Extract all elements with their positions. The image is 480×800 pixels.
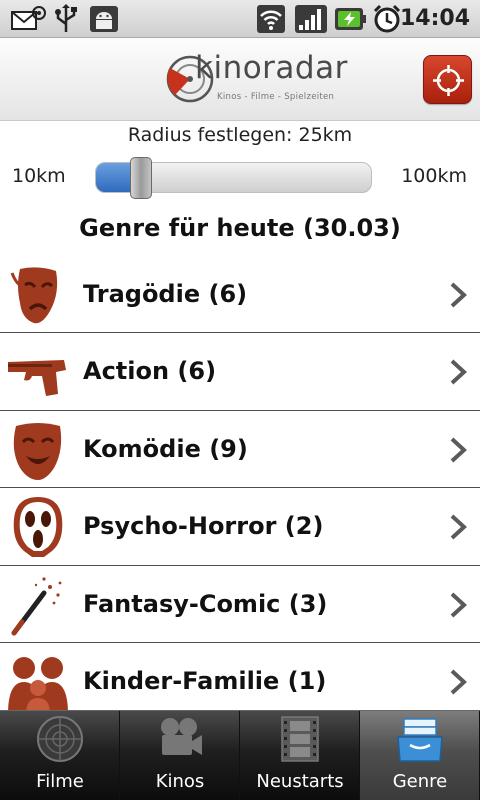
tab-label: Genre [392, 771, 448, 792]
tab-neustarts[interactable]: Neustarts [240, 711, 360, 800]
chevron-right-icon [450, 592, 467, 618]
logo-subtitle: Kinos - Filme - Spielzeiten [217, 92, 335, 102]
radar-icon [37, 716, 83, 762]
list-item[interactable]: Action (6) [0, 333, 480, 411]
alarm-icon [373, 4, 401, 33]
email-icon [11, 6, 46, 30]
wifi-icon [257, 5, 285, 33]
tab-label: Filme [36, 771, 84, 792]
genre-label: Kinder-Familie (1) [83, 666, 327, 695]
battery-charging-icon [335, 8, 366, 30]
genre-label: Tragödie (6) [83, 280, 248, 308]
radius-title: Radius festlegen: 25km [127, 124, 353, 146]
chevron-right-icon [450, 437, 467, 463]
chevron-right-icon [450, 669, 467, 695]
tab-filme[interactable]: Filme [0, 711, 120, 800]
genre-label: Psycho-Horror (2) [83, 512, 324, 541]
tab-label: Neustarts [256, 771, 344, 792]
genre-heading: Genre für heute (30.03) [79, 214, 401, 242]
chevron-right-icon [450, 359, 467, 385]
genre-label: Komödie (9) [83, 434, 248, 463]
file-tray-icon [397, 718, 443, 762]
status-time: 14:04 [399, 6, 470, 31]
status-bar: 14:04 [0, 0, 480, 38]
list-item[interactable]: Kinder-Familie (1) [0, 642, 480, 721]
signal-icon [295, 5, 327, 33]
locate-button[interactable] [423, 55, 472, 104]
tab-genre[interactable]: Genre [360, 711, 480, 800]
family-icon [8, 656, 68, 714]
genre-list: Tragödie (6) Action (6) Komödie (9) Psyc… [0, 256, 480, 721]
usb-icon [55, 4, 77, 32]
list-item[interactable]: Psycho-Horror (2) [0, 488, 480, 566]
kinoradar-logo: kinoradar Kinos - Filme - Spielzeiten [165, 50, 347, 108]
app-header: kinoradar Kinos - Filme - Spielzeiten [0, 38, 480, 121]
slider-min-label: 10km [12, 165, 66, 187]
film-camera-icon [161, 718, 202, 755]
film-strip-icon [281, 716, 319, 762]
list-item[interactable]: Fantasy-Comic (3) [0, 565, 480, 643]
tragedy-mask-icon [10, 267, 58, 324]
slider-max-label: 100km [401, 165, 467, 187]
bottom-tab-bar: Filme Kinos Neustarts Genre [0, 710, 480, 800]
tab-kinos[interactable]: Kinos [120, 711, 240, 800]
scream-mask-icon [13, 497, 63, 558]
chevron-right-icon [450, 282, 467, 308]
list-item[interactable]: Komödie (9) [0, 410, 480, 489]
android-icon [90, 6, 118, 32]
magic-wand-icon [11, 576, 62, 636]
tab-label: Kinos [155, 771, 205, 792]
slider-thumb[interactable] [130, 157, 153, 199]
crosshair-icon [433, 65, 464, 96]
genre-label: Action (6) [83, 357, 217, 386]
comedy-mask-icon [13, 422, 62, 480]
pistol-icon [8, 360, 66, 397]
list-item[interactable]: Tragödie (6) [0, 256, 480, 334]
logo-text: kinoradar [195, 50, 348, 86]
chevron-right-icon [450, 514, 467, 540]
genre-label: Fantasy-Comic (3) [83, 589, 328, 618]
